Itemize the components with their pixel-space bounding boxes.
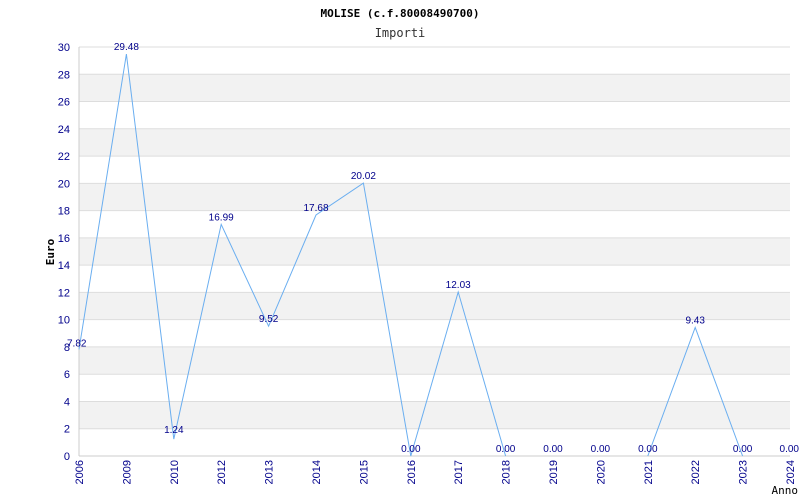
chart-container: 0 2 4 6 8 10 12 14 16 18 20 22 24 26 28 30 2006 2009 2010…: [0, 0, 800, 500]
y-tick-label: 0: [64, 451, 70, 463]
data-label: 29.48: [114, 42, 139, 53]
x-tick-label: 2017: [453, 460, 465, 484]
x-tick-label: 2018: [501, 460, 513, 484]
y-tick-label: 16: [58, 233, 70, 245]
x-tick-label: 2016: [406, 460, 418, 484]
grid-band: [79, 428, 790, 456]
x-tick-label: 2012: [216, 460, 228, 484]
chart-title: MOLISE (c.f.80008490700): [321, 7, 480, 20]
data-label: 9.43: [685, 315, 705, 326]
y-tick-label: 24: [58, 124, 70, 136]
x-axis-label: Anno: [772, 484, 799, 497]
y-tick-label: 2: [64, 424, 70, 436]
data-label: 16.99: [209, 212, 234, 223]
grid-bands: [79, 47, 790, 456]
data-label: 0.00: [543, 444, 563, 455]
data-label: 0.00: [780, 444, 800, 455]
grid-band: [79, 128, 790, 157]
x-tick-label: 2020: [595, 460, 607, 484]
y-tick-label: 14: [58, 260, 70, 272]
x-tick-label: 2024: [785, 460, 797, 484]
data-label: 0.00: [638, 444, 658, 455]
grid-band: [79, 237, 790, 266]
data-label: 1.24: [164, 425, 184, 436]
y-tick-label: 26: [58, 97, 70, 109]
x-tick-label: 2022: [690, 460, 702, 484]
y-tick-label: 20: [58, 178, 70, 190]
data-label: 7.82: [67, 338, 87, 349]
grid-band: [79, 101, 790, 129]
data-label: 0.00: [733, 444, 753, 455]
x-tick-label: 2021: [643, 460, 655, 484]
data-label: 0.00: [496, 444, 516, 455]
grid-band: [79, 374, 790, 402]
x-tick-label: 2009: [121, 460, 133, 484]
y-tick-label: 22: [58, 151, 70, 163]
grid-band: [79, 183, 790, 211]
x-tick-labels: 2006 2009 2010 2012 2013 2014 2015 2016 2017 2018…: [74, 460, 797, 484]
x-tick-label: 2006: [74, 460, 86, 484]
grid-band: [79, 210, 790, 238]
y-tick-label: 18: [58, 206, 70, 218]
y-tick-label: 28: [58, 69, 70, 81]
y-axis-label: Euro: [44, 238, 57, 265]
x-tick-label: 2010: [169, 460, 181, 484]
line-chart: 024681012141618202224262830 2006 2009 2010…: [44, 7, 800, 497]
y-tick-label: 12: [58, 287, 70, 299]
data-label: 20.02: [351, 171, 376, 182]
data-label: 0.00: [591, 444, 611, 455]
grid-band: [79, 265, 790, 293]
grid-band: [79, 319, 790, 347]
grid-band: [79, 292, 790, 320]
grid-band: [79, 401, 790, 429]
y-tick-label: 10: [58, 315, 70, 327]
y-tick-label: 30: [58, 42, 70, 54]
data-label: 9.52: [259, 314, 279, 325]
data-label: 0.00: [401, 444, 421, 455]
y-tick-label: 4: [64, 396, 70, 408]
grid-band: [79, 156, 790, 184]
x-tick-label: 2019: [548, 460, 560, 484]
grid-band: [79, 74, 790, 102]
grid-band: [79, 47, 790, 75]
x-tick-label: 2014: [311, 460, 323, 484]
data-label: 17.68: [303, 203, 328, 214]
chart-subtitle: Importi: [375, 26, 426, 40]
x-tick-label: 2013: [264, 460, 276, 484]
y-tick-labels: 024681012141618202224262830: [58, 42, 70, 463]
data-label: 12.03: [446, 280, 471, 291]
x-tick-label: 2023: [738, 460, 750, 484]
x-tick-label: 2015: [358, 460, 370, 484]
y-tick-label: 6: [64, 369, 70, 381]
